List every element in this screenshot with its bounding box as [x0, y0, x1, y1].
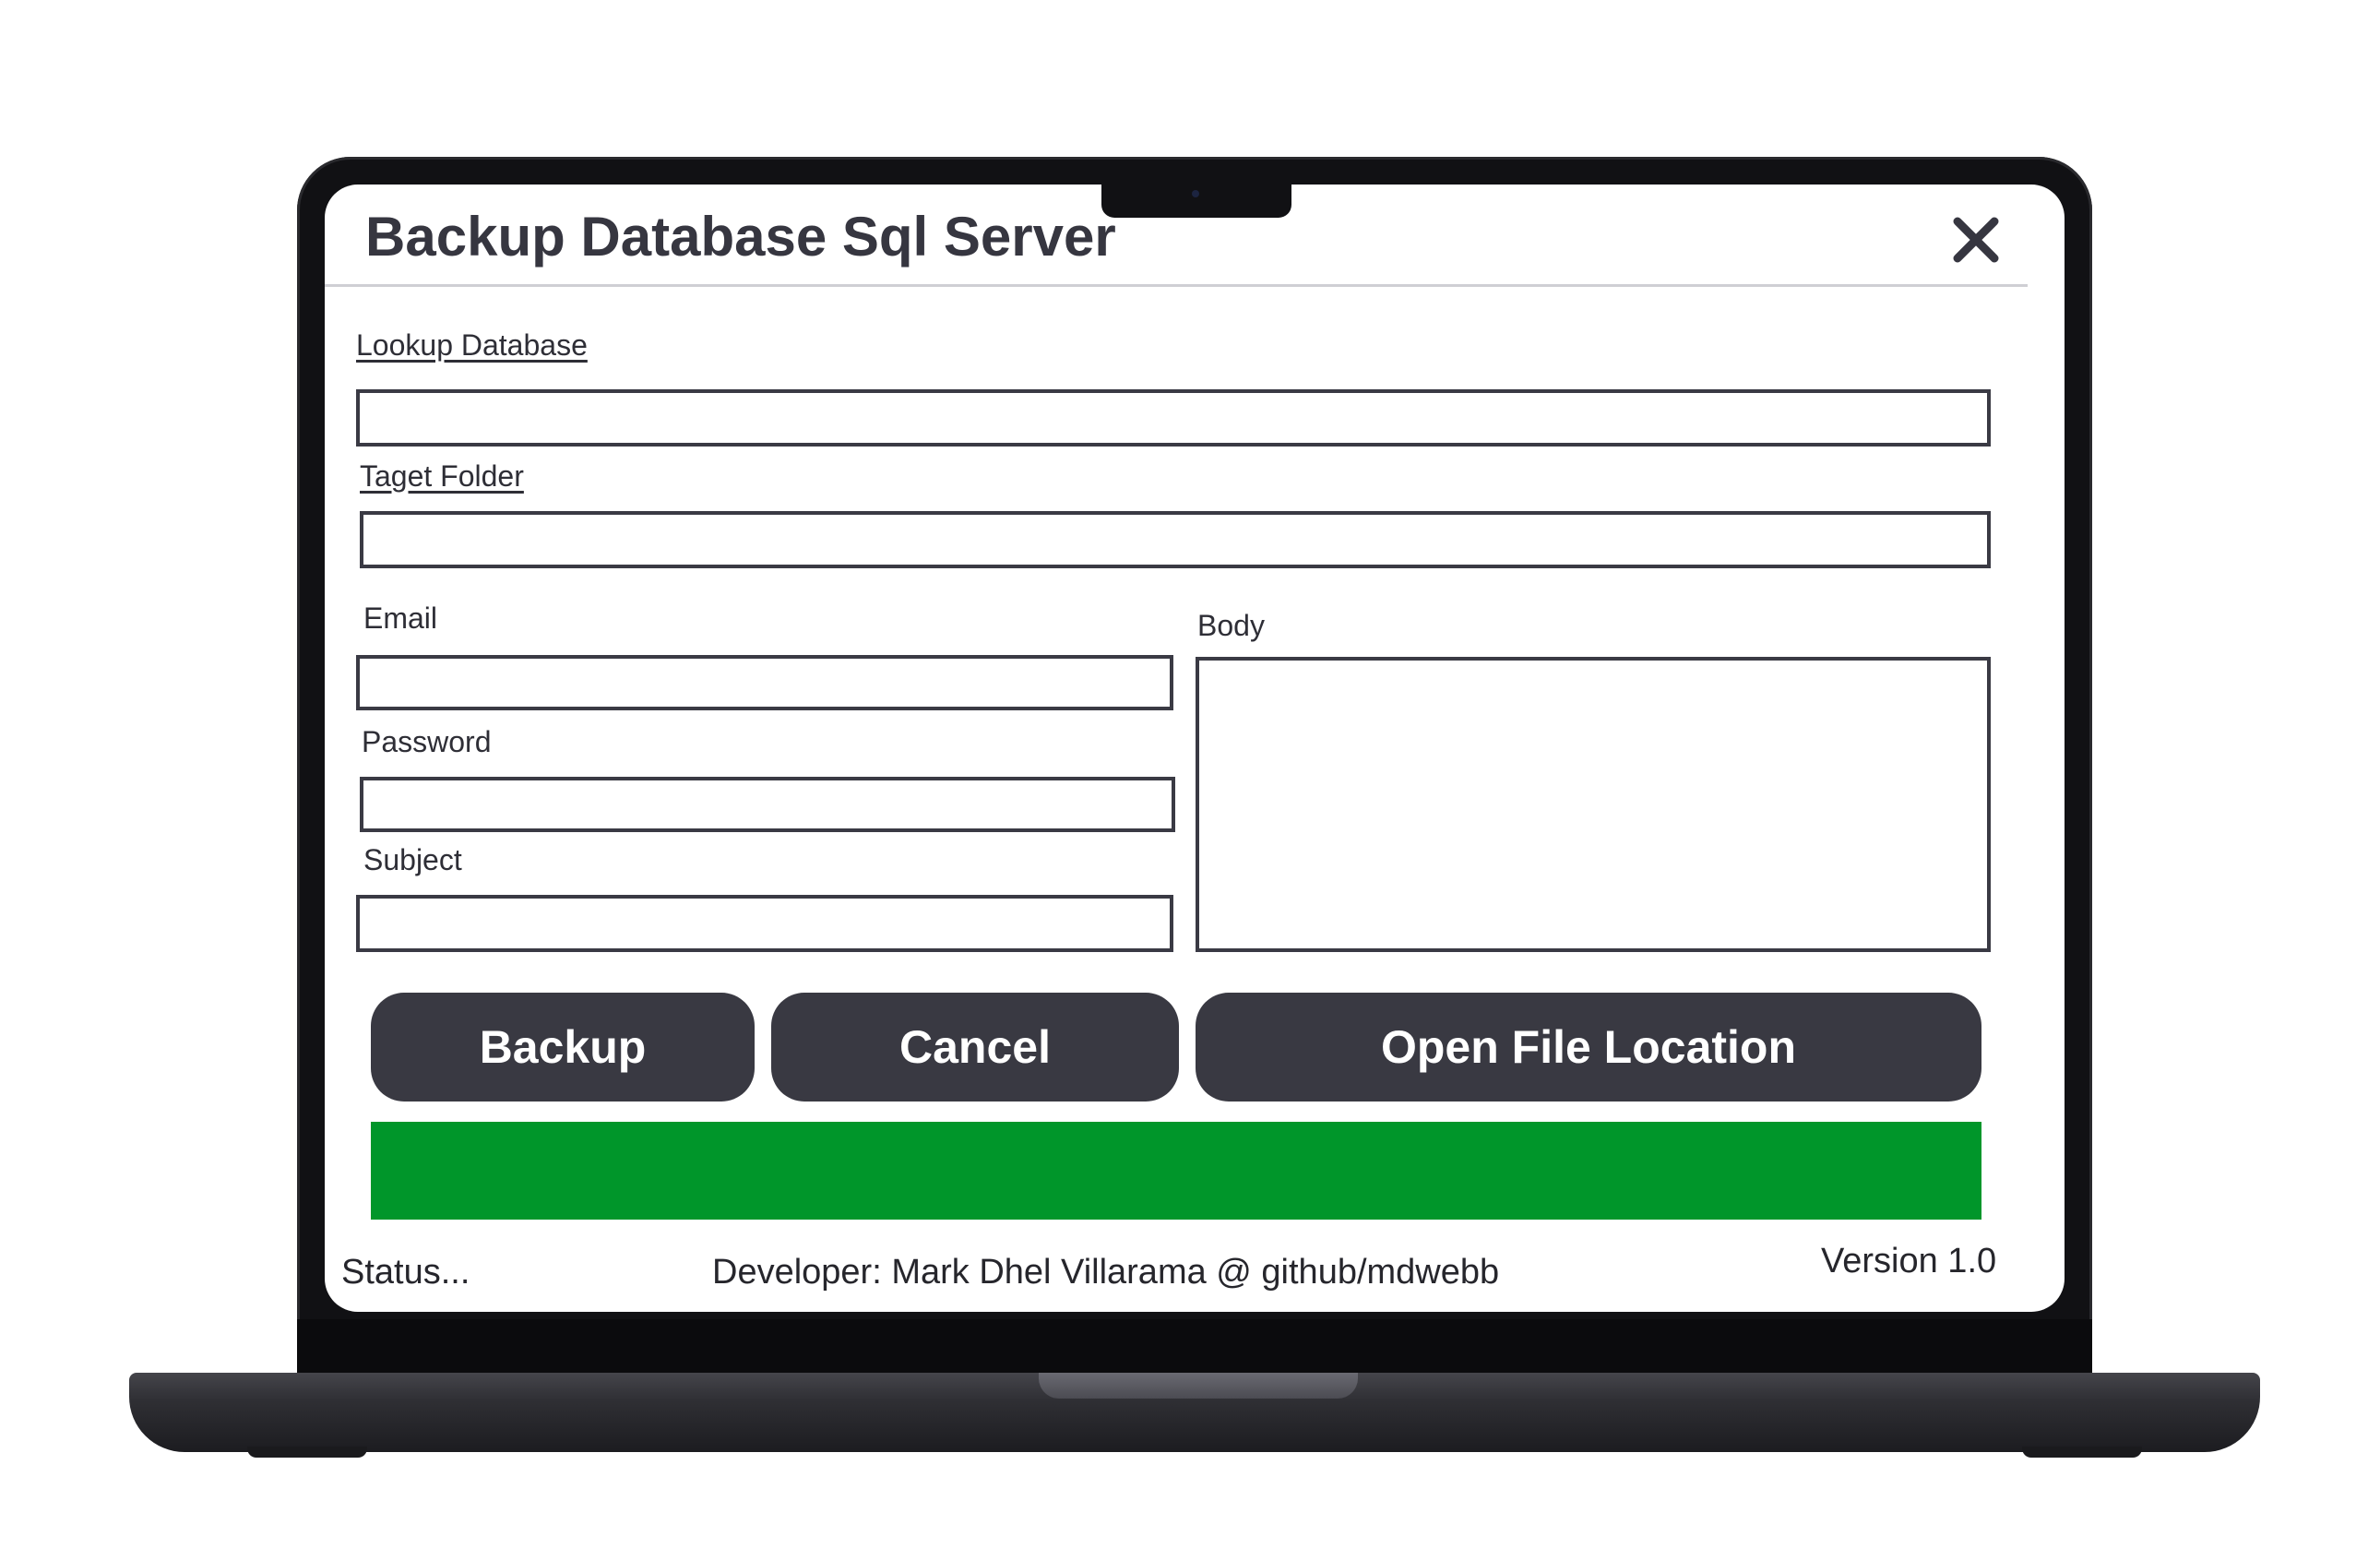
title-divider	[325, 284, 2028, 287]
close-button[interactable]	[1941, 205, 2011, 275]
target-folder-label[interactable]: Taget Folder	[360, 459, 524, 494]
body-textarea[interactable]	[1196, 657, 1991, 952]
app-window: Backup Database Sql Server Lookup Databa…	[325, 185, 2065, 1312]
version-label: Version 1.0	[1821, 1242, 1997, 1280]
laptop-foot-left	[247, 1447, 367, 1458]
password-label: Password	[362, 725, 492, 758]
close-icon	[1953, 217, 1999, 263]
laptop-foot-right	[2022, 1447, 2142, 1458]
target-folder-input[interactable]	[360, 511, 1991, 568]
camera-icon	[1192, 190, 1199, 197]
cancel-button[interactable]: Cancel	[771, 993, 1179, 1102]
window-title: Backup Database Sql Server	[365, 206, 1116, 268]
subject-field[interactable]	[356, 895, 1173, 952]
lookup-database-input[interactable]	[356, 389, 1991, 447]
open-file-location-button[interactable]: Open File Location	[1196, 993, 1981, 1102]
camera-notch	[1101, 183, 1291, 218]
email-field[interactable]	[356, 655, 1173, 710]
laptop-mockup: Backup Database Sql Server Lookup Databa…	[0, 0, 2380, 1560]
backup-button[interactable]: Backup	[371, 993, 755, 1102]
status-text: Status...	[341, 1253, 470, 1292]
password-field[interactable]	[360, 777, 1175, 832]
laptop-chin	[297, 1319, 2092, 1375]
email-label: Email	[363, 601, 438, 635]
progress-bar-fill	[371, 1122, 1981, 1220]
progress-bar	[371, 1122, 1981, 1220]
body-label: Body	[1197, 609, 1265, 642]
developer-credit: Developer: Mark Dhel Villarama @ github/…	[712, 1253, 1500, 1292]
subject-label: Subject	[363, 843, 462, 876]
lookup-database-label[interactable]: Lookup Database	[356, 328, 588, 363]
laptop-opening-notch	[1039, 1373, 1358, 1399]
